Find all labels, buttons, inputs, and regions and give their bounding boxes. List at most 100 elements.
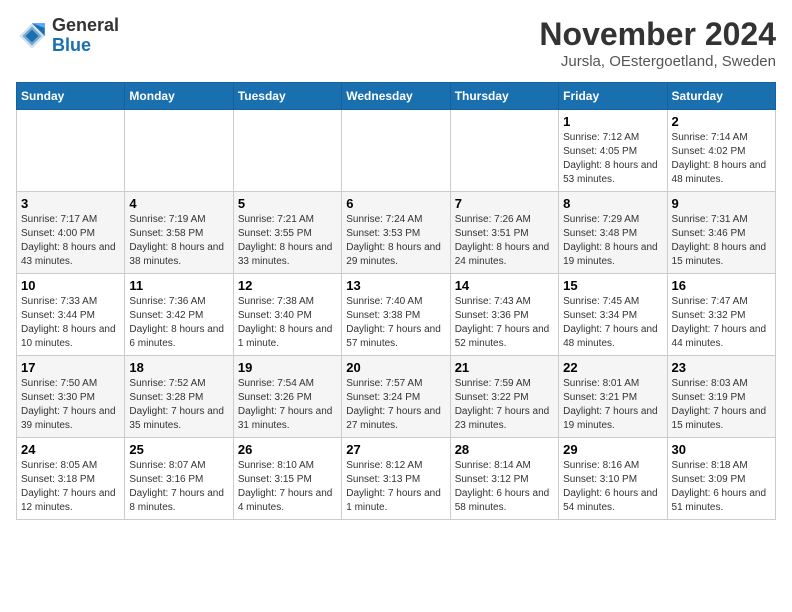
day-number: 28 <box>455 442 554 457</box>
page-header: General Blue November 2024 Jursla, OEste… <box>16 16 776 70</box>
logo-text: General Blue <box>52 16 119 56</box>
day-info: Sunrise: 7:14 AM Sunset: 4:02 PM Dayligh… <box>672 131 771 187</box>
day-number: 4 <box>129 196 228 211</box>
day-number: 14 <box>455 278 554 293</box>
day-number: 16 <box>672 278 771 293</box>
calendar-cell: 5 Sunrise: 7:21 AM Sunset: 3:55 PM Daylig… <box>233 192 341 274</box>
weekday-header-wednesday: Wednesday <box>342 83 450 110</box>
day-number: 22 <box>563 360 662 375</box>
logo-icon <box>16 20 48 52</box>
calendar-week-row: 3 Sunrise: 7:17 AM Sunset: 4:00 PM Daylig… <box>17 192 776 274</box>
weekday-header-monday: Monday <box>125 83 233 110</box>
calendar-cell: 18 Sunrise: 7:52 AM Sunset: 3:28 PM Dayli… <box>125 356 233 438</box>
calendar-cell: 25 Sunrise: 8:07 AM Sunset: 3:16 PM Dayli… <box>125 438 233 520</box>
title-block: November 2024 Jursla, OEstergoetland, Sw… <box>539 16 776 70</box>
calendar-cell: 30 Sunrise: 8:18 AM Sunset: 3:09 PM Dayli… <box>667 438 775 520</box>
calendar-cell: 9 Sunrise: 7:31 AM Sunset: 3:46 PM Daylig… <box>667 192 775 274</box>
day-number: 11 <box>129 278 228 293</box>
day-info: Sunrise: 7:21 AM Sunset: 3:55 PM Dayligh… <box>238 213 337 269</box>
calendar-cell: 16 Sunrise: 7:47 AM Sunset: 3:32 PM Dayli… <box>667 274 775 356</box>
day-number: 30 <box>672 442 771 457</box>
calendar-cell: 14 Sunrise: 7:43 AM Sunset: 3:36 PM Dayli… <box>450 274 558 356</box>
day-info: Sunrise: 8:07 AM Sunset: 3:16 PM Dayligh… <box>129 459 228 515</box>
day-number: 17 <box>21 360 120 375</box>
day-number: 15 <box>563 278 662 293</box>
calendar-cell: 15 Sunrise: 7:45 AM Sunset: 3:34 PM Dayli… <box>559 274 667 356</box>
calendar-cell: 19Sunrise: 7:54 AM Sunset: 3:26 PM Dayli… <box>233 356 341 438</box>
day-info: Sunrise: 8:10 AM Sunset: 3:15 PM Dayligh… <box>238 459 337 515</box>
day-number: 12 <box>238 278 337 293</box>
weekday-header-sunday: Sunday <box>17 83 125 110</box>
day-info: Sunrise: 7:17 AM Sunset: 4:00 PM Dayligh… <box>21 213 120 269</box>
day-number: 18 <box>129 360 228 375</box>
calendar-cell: 22 Sunrise: 8:01 AM Sunset: 3:21 PM Dayli… <box>559 356 667 438</box>
day-info: Sunrise: 7:52 AM Sunset: 3:28 PM Dayligh… <box>129 377 228 433</box>
day-number: 13 <box>346 278 445 293</box>
month-title: November 2024 <box>539 16 776 53</box>
day-info: Sunrise: 8:18 AM Sunset: 3:09 PM Dayligh… <box>672 459 771 515</box>
calendar-cell <box>17 110 125 192</box>
calendar-cell: 23 Sunrise: 8:03 AM Sunset: 3:19 PM Dayli… <box>667 356 775 438</box>
weekday-header-thursday: Thursday <box>450 83 558 110</box>
day-number: 8 <box>563 196 662 211</box>
day-number: 9 <box>672 196 771 211</box>
calendar-week-row: 10Sunrise: 7:33 AM Sunset: 3:44 PM Dayli… <box>17 274 776 356</box>
calendar-cell: 27 Sunrise: 8:12 AM Sunset: 3:13 PM Dayli… <box>342 438 450 520</box>
calendar-cell <box>125 110 233 192</box>
day-info: Sunrise: 7:57 AM Sunset: 3:24 PM Dayligh… <box>346 377 445 433</box>
day-info: Sunrise: 7:38 AM Sunset: 3:40 PM Dayligh… <box>238 295 337 351</box>
calendar-cell: 12 Sunrise: 7:38 AM Sunset: 3:40 PM Dayli… <box>233 274 341 356</box>
day-info: Sunrise: 7:45 AM Sunset: 3:34 PM Dayligh… <box>563 295 662 351</box>
day-info: Sunrise: 8:03 AM Sunset: 3:19 PM Dayligh… <box>672 377 771 433</box>
day-info: Sunrise: 7:50 AM Sunset: 3:30 PM Dayligh… <box>21 377 120 433</box>
day-number: 20 <box>346 360 445 375</box>
calendar-cell: 8Sunrise: 7:29 AM Sunset: 3:48 PM Daylig… <box>559 192 667 274</box>
day-info: Sunrise: 7:26 AM Sunset: 3:51 PM Dayligh… <box>455 213 554 269</box>
day-info: Sunrise: 8:12 AM Sunset: 3:13 PM Dayligh… <box>346 459 445 515</box>
day-info: Sunrise: 7:36 AM Sunset: 3:42 PM Dayligh… <box>129 295 228 351</box>
day-info: Sunrise: 7:31 AM Sunset: 3:46 PM Dayligh… <box>672 213 771 269</box>
day-number: 5 <box>238 196 337 211</box>
day-number: 25 <box>129 442 228 457</box>
day-info: Sunrise: 7:33 AM Sunset: 3:44 PM Dayligh… <box>21 295 120 351</box>
day-info: Sunrise: 7:47 AM Sunset: 3:32 PM Dayligh… <box>672 295 771 351</box>
calendar-cell: 26Sunrise: 8:10 AM Sunset: 3:15 PM Dayli… <box>233 438 341 520</box>
calendar-cell: 7 Sunrise: 7:26 AM Sunset: 3:51 PM Daylig… <box>450 192 558 274</box>
day-info: Sunrise: 8:01 AM Sunset: 3:21 PM Dayligh… <box>563 377 662 433</box>
weekday-header-saturday: Saturday <box>667 83 775 110</box>
calendar-cell <box>342 110 450 192</box>
calendar-cell: 20 Sunrise: 7:57 AM Sunset: 3:24 PM Dayli… <box>342 356 450 438</box>
calendar-cell: 6 Sunrise: 7:24 AM Sunset: 3:53 PM Daylig… <box>342 192 450 274</box>
day-number: 21 <box>455 360 554 375</box>
day-number: 2 <box>672 114 771 129</box>
calendar-cell <box>450 110 558 192</box>
day-number: 24 <box>21 442 120 457</box>
calendar-cell: 3 Sunrise: 7:17 AM Sunset: 4:00 PM Daylig… <box>17 192 125 274</box>
day-number: 23 <box>672 360 771 375</box>
day-number: 3 <box>21 196 120 211</box>
calendar-cell: 2 Sunrise: 7:14 AM Sunset: 4:02 PM Daylig… <box>667 110 775 192</box>
day-info: Sunrise: 7:40 AM Sunset: 3:38 PM Dayligh… <box>346 295 445 351</box>
day-info: Sunrise: 7:54 AM Sunset: 3:26 PM Dayligh… <box>238 377 337 433</box>
day-number: 29 <box>563 442 662 457</box>
day-number: 27 <box>346 442 445 457</box>
calendar-cell: 1Sunrise: 7:12 AM Sunset: 4:05 PM Daylig… <box>559 110 667 192</box>
day-info: Sunrise: 7:24 AM Sunset: 3:53 PM Dayligh… <box>346 213 445 269</box>
day-number: 7 <box>455 196 554 211</box>
calendar-cell: 21Sunrise: 7:59 AM Sunset: 3:22 PM Dayli… <box>450 356 558 438</box>
calendar-cell: 24Sunrise: 8:05 AM Sunset: 3:18 PM Dayli… <box>17 438 125 520</box>
calendar-cell: 13 Sunrise: 7:40 AM Sunset: 3:38 PM Dayli… <box>342 274 450 356</box>
calendar-table: SundayMondayTuesdayWednesdayThursdayFrid… <box>16 82 776 520</box>
day-info: Sunrise: 7:12 AM Sunset: 4:05 PM Dayligh… <box>563 131 662 187</box>
weekday-header-tuesday: Tuesday <box>233 83 341 110</box>
calendar-cell: 17 Sunrise: 7:50 AM Sunset: 3:30 PM Dayli… <box>17 356 125 438</box>
weekday-header-friday: Friday <box>559 83 667 110</box>
logo-general-text: General <box>52 15 119 35</box>
calendar-cell: 28 Sunrise: 8:14 AM Sunset: 3:12 PM Dayli… <box>450 438 558 520</box>
calendar-cell: 10Sunrise: 7:33 AM Sunset: 3:44 PM Dayli… <box>17 274 125 356</box>
day-info: Sunrise: 8:14 AM Sunset: 3:12 PM Dayligh… <box>455 459 554 515</box>
logo-blue-text: Blue <box>52 35 91 55</box>
day-number: 6 <box>346 196 445 211</box>
day-info: Sunrise: 7:43 AM Sunset: 3:36 PM Dayligh… <box>455 295 554 351</box>
calendar-cell: 29Sunrise: 8:16 AM Sunset: 3:10 PM Dayli… <box>559 438 667 520</box>
